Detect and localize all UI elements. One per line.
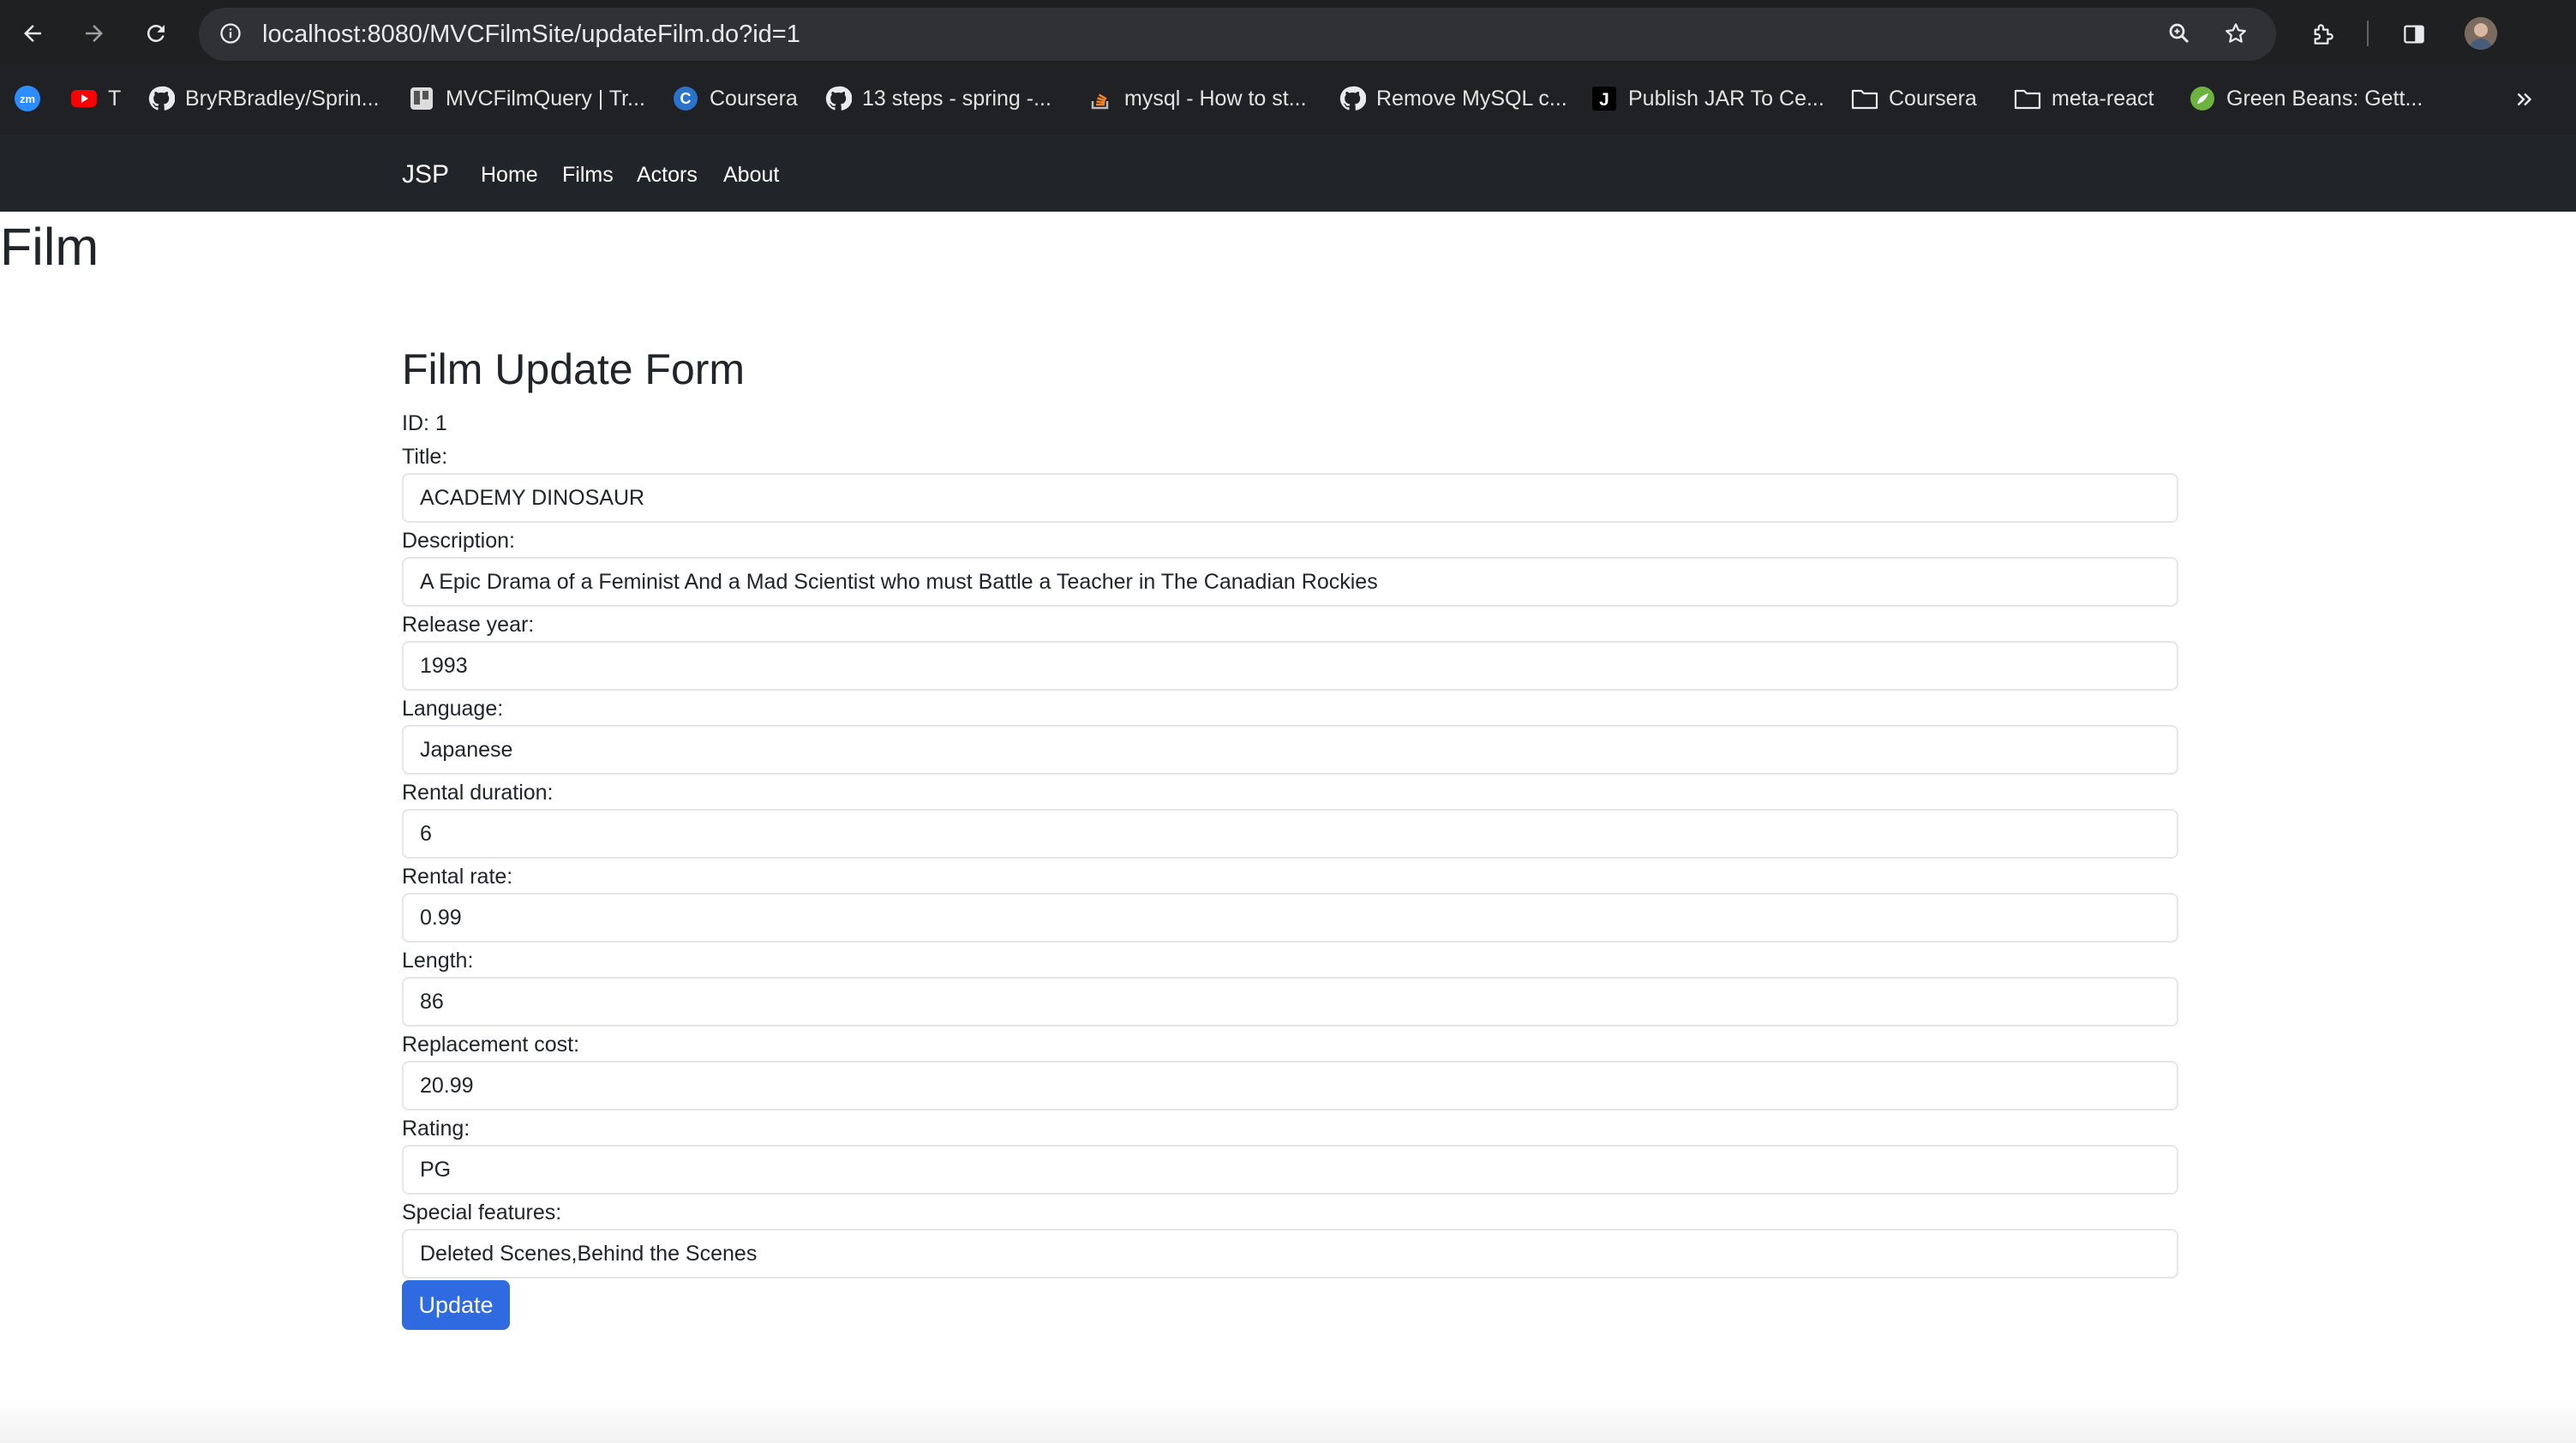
title-input[interactable] (402, 473, 2178, 523)
form-title: Film Update Form (402, 345, 746, 393)
rating-label: Rating: (402, 1117, 470, 1141)
bookmark-zoom[interactable]: zm (14, 81, 51, 116)
extensions-icon[interactable] (2308, 19, 2339, 50)
nav-link-home[interactable]: Home (481, 162, 538, 188)
github-icon (824, 85, 852, 112)
bookmark-label: mysql - How to st... (1124, 86, 1307, 111)
zoom-magnifier-icon[interactable] (2165, 19, 2194, 48)
title-label: Title: (402, 445, 448, 469)
bookmark-label: Publish JAR To Ce... (1628, 86, 1824, 111)
length-label: Length: (402, 949, 474, 973)
navbar-brand[interactable]: JSP (402, 159, 449, 190)
nav-link-films[interactable]: Films (562, 162, 614, 188)
rating-input[interactable] (402, 1145, 2178, 1195)
svg-text:C: C (680, 90, 692, 107)
bookmark-item[interactable]: J Publish JAR To Ce... (1591, 81, 1824, 116)
zoom-icon: zm (14, 85, 41, 112)
trello-icon (408, 85, 435, 112)
folder-icon (2014, 85, 2041, 112)
page-title: Film (0, 218, 99, 276)
rental-rate-label: Rental rate: (402, 865, 513, 889)
site-info-icon[interactable] (218, 21, 243, 46)
bookmark-label: Coursera (710, 86, 798, 111)
bookmark-label: MVCFilmQuery | Tr... (446, 86, 645, 111)
github-icon (147, 85, 175, 112)
bookmark-item[interactable]: T (70, 81, 121, 116)
replacement-cost-input[interactable] (402, 1061, 2178, 1111)
coursera-icon: C (672, 85, 699, 112)
forward-button[interactable] (75, 15, 113, 52)
profile-avatar[interactable] (2465, 17, 2497, 50)
language-input[interactable] (402, 725, 2178, 775)
rental-duration-input[interactable] (402, 809, 2178, 859)
bookmark-item[interactable]: Remove MySQL c... (1339, 81, 1567, 116)
svg-text:J: J (1599, 90, 1609, 110)
description-label: Description: (402, 529, 515, 553)
jfrog-icon: J (1591, 85, 1618, 112)
release-year-label: Release year: (402, 613, 535, 637)
nav-link-about[interactable]: About (723, 162, 779, 188)
toolbar-divider (2367, 21, 2369, 46)
length-input[interactable] (402, 977, 2178, 1027)
bookmark-item[interactable]: Green Beans: Gett... (2189, 81, 2423, 116)
bookmark-label: BryRBradley/Sprin... (185, 86, 380, 111)
release-year-input[interactable] (402, 641, 2178, 691)
description-input[interactable] (402, 557, 2178, 607)
spring-icon (2189, 85, 2216, 112)
youtube-icon (70, 85, 98, 112)
bookmark-label: T (108, 86, 122, 111)
bookmark-label: Remove MySQL c... (1376, 86, 1567, 111)
reload-icon (147, 24, 165, 42)
bookmark-item[interactable]: mysql - How to st... (1087, 81, 1307, 116)
replacement-cost-label: Replacement cost: (402, 1033, 580, 1057)
bookmark-item[interactable]: BryRBradley/Sprin... (147, 81, 379, 116)
bookmark-folder[interactable]: Coursera (1851, 81, 1977, 116)
nav-link-actors[interactable]: Actors (637, 162, 698, 188)
update-button[interactable]: Update (402, 1280, 510, 1330)
folder-icon (1851, 85, 1878, 112)
bookmarks-overflow-chevron-icon[interactable] (2509, 84, 2540, 115)
rental-duration-label: Rental duration: (402, 781, 554, 805)
language-label: Language: (402, 697, 504, 721)
stackoverflow-icon (1087, 85, 1114, 112)
bookmark-label: 13 steps - spring -... (862, 86, 1051, 111)
side-panel-icon[interactable] (2399, 19, 2429, 50)
bookmark-item[interactable]: 13 steps - spring -... (824, 81, 1051, 116)
back-button[interactable] (14, 15, 51, 52)
reload-button[interactable] (137, 15, 175, 52)
app-navbar (0, 135, 2576, 212)
special-features-input[interactable] (402, 1229, 2178, 1278)
film-id-label: ID: 1 (402, 411, 447, 435)
bookmark-label: Coursera (1889, 86, 1977, 111)
special-features-label: Special features: (402, 1201, 562, 1224)
bookmark-folder[interactable]: meta-react (2014, 81, 2154, 116)
arrow-right-icon (86, 25, 103, 42)
url-text[interactable]: localhost:8080/MVCFilmSite/updateFilm.do… (262, 20, 800, 49)
bookmark-label: Green Beans: Gett... (2226, 86, 2423, 111)
bookmark-item[interactable]: MVCFilmQuery | Tr... (408, 81, 645, 116)
bookmark-item[interactable]: C Coursera (672, 81, 798, 116)
github-icon (1339, 85, 1366, 112)
bookmark-label: meta-react (2052, 86, 2154, 111)
window-bottom-shadow (0, 1400, 2576, 1443)
arrow-left-icon (24, 25, 41, 42)
rental-rate-input[interactable] (402, 893, 2178, 943)
svg-text:zm: zm (20, 93, 35, 105)
bookmark-star-icon[interactable] (2221, 19, 2250, 48)
